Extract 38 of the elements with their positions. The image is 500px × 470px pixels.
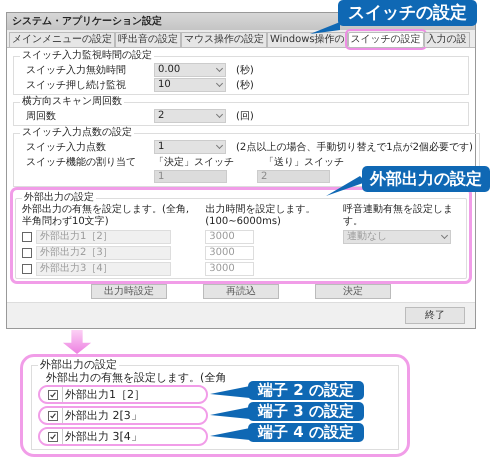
dialog-button[interactable]: 出力時設定: [91, 284, 167, 299]
unit-label: (秒): [236, 78, 254, 92]
callout-label: スイッチの設定: [338, 0, 477, 26]
field-label: スイッチ機能の割り当て: [25, 156, 137, 168]
tab[interactable]: 呼出音の設定: [115, 32, 181, 47]
field-label: 周回数: [25, 110, 57, 122]
dialog-button[interactable]: 決定: [315, 284, 391, 299]
dropdown[interactable]: 2: [154, 108, 226, 122]
group-title: 外部出力の設定: [39, 359, 118, 371]
description-text: 呼音連動有無を設定します。: [343, 204, 454, 228]
group-title: スイッチ入力点数の設定: [21, 127, 133, 139]
unit-label: (秒): [236, 64, 254, 76]
field-label: スイッチ入力点数: [25, 140, 107, 154]
note-text: (2点以上の場合、手動切り替えで1点が2個必要です): [236, 140, 473, 154]
description-text: 出力時間を設定します。(100~6000ms): [205, 204, 316, 228]
group-title: 外部出力の設定: [23, 192, 95, 204]
group-title: 横方向スキャン周回数: [21, 96, 123, 108]
dropdown[interactable]: 10: [154, 78, 226, 92]
description-text: 外部出力の有無を設定します。(全角,半角問わず10文字): [22, 204, 190, 228]
field-label: スイッチ押し続け監視: [25, 78, 127, 92]
tab[interactable]: Windows操作の: [267, 32, 348, 47]
tab[interactable]: マウス操作の設定: [181, 32, 267, 47]
field-label: 「決定」スイッチ: [154, 156, 235, 168]
description-text: 外部出力の有無を設定します。(全角: [45, 371, 228, 384]
tab[interactable]: 入力の設: [424, 32, 470, 47]
tab[interactable]: スイッチの設定: [348, 32, 424, 47]
dialog-button[interactable]: 再読込: [203, 284, 279, 299]
group-title: スイッチ入力監視時間の設定: [21, 50, 153, 62]
input-field[interactable]: 外部出力 3[4」: [62, 429, 142, 444]
dropdown[interactable]: 1: [154, 140, 226, 154]
dropdown[interactable]: 0.00: [154, 62, 226, 76]
input-field[interactable]: 外部出力1［2］: [62, 387, 145, 402]
input-field[interactable]: 外部出力 2[3」: [62, 408, 142, 423]
field-label: スイッチ入力無効時間: [25, 64, 127, 76]
unit-label: (回): [236, 110, 254, 122]
close-button[interactable]: 終了: [405, 307, 465, 324]
tab[interactable]: メインメニューの設定: [9, 32, 115, 47]
field-label: 「送り」スイッチ: [264, 156, 345, 168]
